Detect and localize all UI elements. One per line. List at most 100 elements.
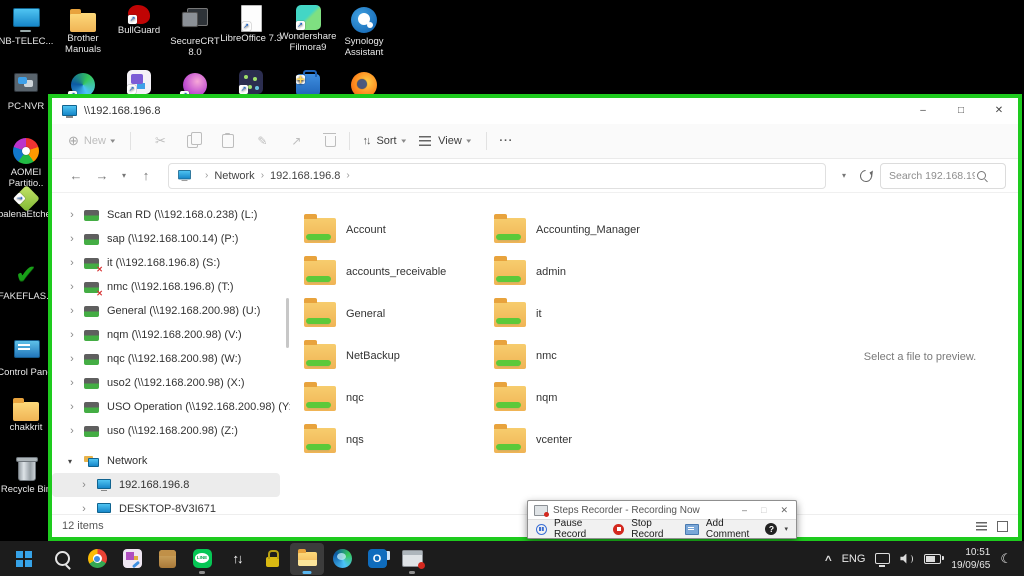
sidebar-item-network[interactable]: ▾ Network [52, 449, 290, 473]
search-box[interactable] [880, 162, 1006, 189]
expand-chevron-icon[interactable]: › [66, 377, 78, 389]
sort-button[interactable]: ↑↓ Sort ▾ [362, 135, 405, 147]
recent-locations-button[interactable]: ▾ [116, 171, 132, 180]
sidebar-drive-item[interactable]: › uso (\\192.168.200.98) (Z:) [52, 419, 290, 443]
desktop-icon-wondershare-filmora9[interactable]: Wondershare Filmora9 [276, 5, 340, 54]
taskbar-wallet-button[interactable] [150, 543, 184, 575]
sidebar-drive-item[interactable]: › uso2 (\\192.168.200.98) (X:) [52, 371, 290, 395]
sidebar-drive-item[interactable]: › nqc (\\192.168.200.98) (W:) [52, 347, 290, 371]
sidebar-network-host[interactable]: › DESKTOP-8V3I671 [52, 497, 290, 514]
up-button[interactable]: ↑ [134, 168, 158, 183]
expand-chevron-icon[interactable]: › [66, 401, 78, 413]
expand-chevron-icon[interactable]: › [78, 503, 90, 514]
rename-button[interactable] [245, 134, 279, 148]
taskbar-explorer-button[interactable] [290, 542, 324, 575]
more-options-button[interactable]: ··· [499, 135, 513, 147]
address-dropdown-button[interactable]: ▾ [836, 171, 852, 180]
add-comment-button[interactable]: Add Comment [706, 518, 752, 540]
sidebar-network-host[interactable]: › 192.168.196.8 [52, 473, 280, 497]
minimize-button[interactable]: – [742, 505, 747, 516]
folder-item[interactable]: accounts_receivable [304, 251, 494, 293]
taskbar-lock-button[interactable] [255, 543, 289, 575]
pause-record-button[interactable]: Pause Record [554, 518, 599, 540]
breadcrumb-host[interactable]: 192.168.196.8 [270, 170, 340, 182]
expand-chevron-icon[interactable]: › [66, 425, 78, 437]
folder-item[interactable]: Accounting_Manager [494, 209, 684, 251]
expand-chevron-icon[interactable]: › [78, 479, 90, 491]
expand-chevron-icon[interactable]: › [66, 281, 78, 293]
battery-icon[interactable] [924, 553, 944, 564]
desktop-icon-libreoffice-7-3[interactable]: LibreOffice 7.3 [219, 5, 283, 45]
explorer-titlebar[interactable]: \\192.168.196.8 – □ ✕ [52, 98, 1018, 124]
desktop-icon-bullguard[interactable]: BullGuard [107, 5, 171, 37]
stop-record-button[interactable]: Stop Record [631, 518, 671, 540]
view-button[interactable]: View ▾ [419, 135, 471, 147]
expand-chevron-icon[interactable]: › [66, 209, 78, 221]
sidebar-drive-item[interactable]: › USO Operation (\\192.168.200.98) (Y:) [52, 395, 290, 419]
taskbar-chrome-button[interactable] [80, 543, 114, 575]
details-view-icon[interactable] [976, 521, 987, 531]
sidebar-drive-item[interactable]: › nqm (\\192.168.200.98) (V:) [52, 323, 290, 347]
sidebar-drive-item[interactable]: › it (\\192.168.196.8) (S:) [52, 251, 290, 275]
breadcrumb-network[interactable]: Network [214, 170, 254, 182]
help-dropdown-icon[interactable]: ▾ [784, 525, 788, 533]
sidebar-drive-item[interactable]: › nmc (\\192.168.196.8) (T:) [52, 275, 290, 299]
refresh-icon[interactable] [857, 167, 875, 184]
folder-item[interactable]: nqm [494, 377, 684, 419]
clock[interactable]: 10:51 19/09/65 [951, 546, 990, 572]
desktop-icon-brother-manuals[interactable]: Brother Manuals [51, 5, 115, 56]
folder-item[interactable]: nmc [494, 335, 684, 377]
new-button[interactable]: New ▾ [68, 133, 115, 149]
taskbar-search-button[interactable] [45, 543, 79, 575]
folder-item[interactable]: vcenter [494, 419, 684, 461]
folder-item[interactable]: admin [494, 251, 684, 293]
sidebar-drive-item[interactable]: › Scan RD (\\192.168.0.238) (L:) [52, 203, 290, 227]
share-button[interactable] [279, 134, 313, 148]
folder-item[interactable]: NetBackup [304, 335, 494, 377]
expand-chevron-icon[interactable]: › [66, 305, 78, 317]
copy-button[interactable] [177, 131, 211, 148]
breadcrumb[interactable]: › Network › 192.168.196.8 › [168, 162, 826, 189]
search-input[interactable] [887, 168, 977, 183]
tray-overflow-chevron-icon[interactable]: ∧ [823, 553, 833, 564]
desktop-icon-securecrt-8-0[interactable]: SecureCRT 8.0 [163, 5, 227, 59]
sidebar-scrollbar[interactable] [286, 298, 289, 348]
back-button[interactable]: ← [64, 168, 88, 183]
delete-button[interactable] [313, 132, 347, 147]
expand-chevron-icon[interactable]: ▾ [62, 457, 78, 466]
minimize-button[interactable]: – [904, 98, 942, 124]
taskbar-line-button[interactable] [185, 543, 219, 575]
taskbar-edge-button[interactable] [325, 543, 359, 575]
folder-item[interactable]: nqs [304, 419, 494, 461]
taskbar-outlook-button[interactable]: O [360, 543, 394, 575]
steps-recorder-titlebar[interactable]: Steps Recorder - Recording Now – □ ✕ [528, 501, 796, 519]
cut-button[interactable] [143, 133, 177, 149]
sidebar-drive-item[interactable]: › sap (\\192.168.100.14) (P:) [52, 227, 290, 251]
desktop-icon-dots[interactable] [219, 70, 283, 96]
desktop-icon-synology-assistant[interactable]: Synology Assistant [332, 5, 396, 59]
expand-chevron-icon[interactable]: › [66, 233, 78, 245]
desktop-icon-nb-telec-[interactable]: NB-TELEC... [0, 5, 58, 48]
expand-chevron-icon[interactable]: › [66, 257, 78, 269]
taskbar-start-button[interactable] [10, 543, 44, 575]
folder-item[interactable]: Account [304, 209, 494, 251]
maximize-button[interactable]: □ [761, 505, 766, 516]
expand-chevron-icon[interactable]: › [66, 329, 78, 341]
maximize-button[interactable]: □ [942, 98, 980, 124]
focus-assist-moon-icon[interactable]: ☾ [1000, 551, 1012, 567]
expand-chevron-icon[interactable]: › [66, 353, 78, 365]
paste-button[interactable] [211, 132, 245, 148]
folder-item[interactable]: nqc [304, 377, 494, 419]
volume-icon[interactable] [900, 553, 914, 565]
forward-button[interactable]: → [90, 168, 114, 183]
desktop-icon-paint[interactable] [107, 70, 171, 96]
sidebar-drive-item[interactable]: › General (\\192.168.200.98) (U:) [52, 299, 290, 323]
language-indicator[interactable]: ENG [842, 553, 866, 565]
close-button[interactable]: ✕ [980, 98, 1018, 124]
folder-item[interactable]: it [494, 293, 684, 335]
network-icon[interactable] [875, 553, 891, 567]
help-button[interactable]: ? [765, 523, 778, 535]
taskbar-steps-recorder-button[interactable] [395, 543, 429, 575]
taskbar-filmora-button[interactable] [115, 543, 149, 575]
large-icons-view-icon[interactable] [997, 520, 1008, 532]
